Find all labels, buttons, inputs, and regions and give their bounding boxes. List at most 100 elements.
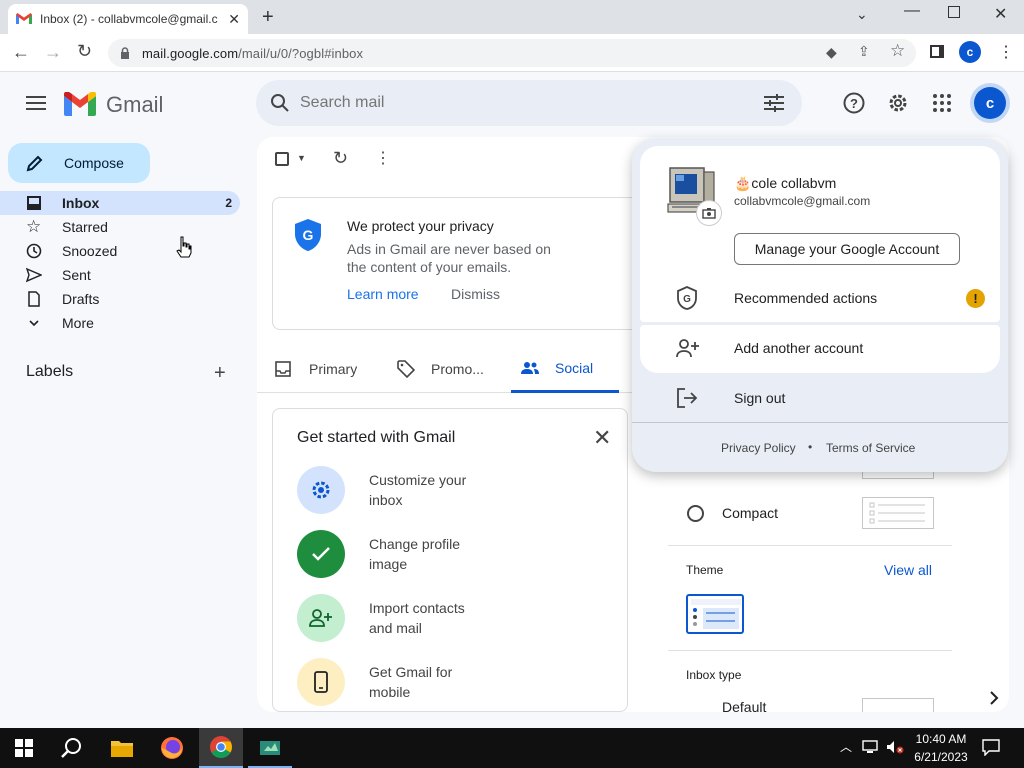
tab-social[interactable]: Social xyxy=(511,345,619,393)
address-bar[interactable]: mail.google.com/mail/u/0/?ogbl#inbox xyxy=(108,39,916,67)
inbox-type-preview xyxy=(862,698,934,712)
terms-of-service-link[interactable]: Terms of Service xyxy=(826,441,915,455)
search-bar[interactable] xyxy=(256,80,802,126)
url-text: mail.google.com/mail/u/0/?ogbl#inbox xyxy=(142,46,363,61)
browser-profile-avatar[interactable]: c xyxy=(959,41,981,63)
bookmark-star-icon[interactable]: ☆ xyxy=(890,41,905,61)
density-option-label: Compact xyxy=(722,505,779,521)
tab-search-icon[interactable]: ⌄ xyxy=(856,6,868,23)
star-icon: ☆ xyxy=(26,217,42,236)
url-host: mail.google.com xyxy=(142,45,239,61)
more-actions-icon[interactable]: ⋮ xyxy=(375,148,391,168)
sidebar-item-drafts[interactable]: Drafts xyxy=(0,287,240,311)
privacy-title: We protect your privacy xyxy=(347,218,494,234)
check-icon xyxy=(297,530,345,578)
extension-icon[interactable]: ◆ xyxy=(826,44,837,61)
warning-badge-icon: ! xyxy=(966,288,985,308)
change-photo-camera-icon[interactable] xyxy=(696,200,722,226)
get-started-item-mobile[interactable]: Get Gmail for mobile xyxy=(297,658,489,706)
pencil-icon xyxy=(26,154,44,172)
tab-primary[interactable]: Primary xyxy=(275,345,357,393)
account-avatar[interactable]: c xyxy=(974,87,1006,119)
theme-thumbnail[interactable] xyxy=(686,594,744,634)
add-person-icon xyxy=(297,594,345,642)
sidebar-item-sent[interactable]: Sent xyxy=(0,263,240,287)
main-menu-icon[interactable] xyxy=(26,95,46,111)
add-another-account-label: Add another account xyxy=(734,340,864,356)
item-line1: Get Gmail for xyxy=(369,664,453,680)
gmail-logo-icon[interactable] xyxy=(64,92,96,116)
learn-more-link[interactable]: Learn more xyxy=(347,286,419,302)
reload-icon[interactable]: ↻ xyxy=(77,41,92,62)
volume-muted-icon[interactable] xyxy=(886,740,904,754)
sign-out-row[interactable]: Sign out xyxy=(632,373,1008,423)
hand-cursor-icon xyxy=(176,236,192,258)
tab-close-icon[interactable]: ✕ xyxy=(228,11,240,28)
share-icon[interactable]: ⇪ xyxy=(858,43,870,60)
google-shield-icon: G xyxy=(676,286,698,310)
recommended-actions-row[interactable]: G Recommended actions ! xyxy=(632,273,1008,323)
privacy-policy-link[interactable]: Privacy Policy xyxy=(721,441,796,455)
forward-arrow-icon[interactable]: → xyxy=(44,42,62,63)
close-window-button[interactable]: ✕ xyxy=(994,4,1007,24)
search-options-icon[interactable] xyxy=(764,94,784,112)
apps-grid-icon[interactable] xyxy=(933,94,951,112)
tab-promotions[interactable]: Promo... xyxy=(397,345,484,393)
compose-button[interactable]: Compose xyxy=(8,143,150,183)
browser-menu-icon[interactable]: ⋮ xyxy=(998,42,1014,62)
get-started-item-profile[interactable]: Change profile image xyxy=(297,530,489,578)
chrome-icon[interactable] xyxy=(199,728,243,768)
tag-icon xyxy=(397,360,415,378)
side-panel-icon[interactable] xyxy=(930,45,944,58)
select-all-checkbox[interactable] xyxy=(275,152,289,166)
get-started-item-customize[interactable]: Customize your inbox xyxy=(297,466,489,514)
sidebar-item-more[interactable]: More xyxy=(0,311,240,335)
item-line2: and mail xyxy=(369,620,422,636)
notifications-icon[interactable] xyxy=(982,739,1000,756)
inbox-type-default-label[interactable]: Default xyxy=(722,699,766,715)
sidebar-item-snoozed[interactable]: Snoozed xyxy=(0,239,240,263)
back-arrow-icon[interactable]: ← xyxy=(12,42,30,63)
chevron-right-icon[interactable] xyxy=(989,691,999,705)
new-tab-button[interactable]: + xyxy=(262,6,274,29)
manage-account-button[interactable]: Manage your Google Account xyxy=(734,233,960,265)
lock-icon xyxy=(120,47,130,59)
dismiss-button[interactable]: Dismiss xyxy=(451,286,500,302)
add-label-icon[interactable]: + xyxy=(214,362,226,385)
sidebar-item-inbox[interactable]: Inbox 2 xyxy=(0,191,240,215)
sidebar-item-starred[interactable]: ☆ Starred xyxy=(0,215,240,239)
firefox-icon[interactable] xyxy=(150,728,194,768)
browser-tab-title: Inbox (2) - collabvmcole@gmail.c xyxy=(40,12,218,26)
item-line1: Change profile xyxy=(369,536,461,552)
search-icon[interactable] xyxy=(270,93,290,113)
network-icon[interactable] xyxy=(862,740,878,754)
clock-date[interactable]: 6/21/2023 xyxy=(910,750,972,764)
restore-button[interactable] xyxy=(948,6,960,18)
search-input[interactable] xyxy=(300,94,720,112)
add-another-account-row[interactable]: Add another account xyxy=(632,323,1008,373)
windows-start-icon[interactable] xyxy=(2,728,46,768)
view-all-themes-link[interactable]: View all xyxy=(884,562,932,578)
footer-separator: • xyxy=(808,440,813,454)
item-line2: mobile xyxy=(369,684,411,700)
help-icon[interactable]: ? xyxy=(843,92,865,114)
sidebar-item-label: Starred xyxy=(62,219,108,235)
browser-tab[interactable]: Inbox (2) - collabvmcole@gmail.c ✕ xyxy=(8,4,248,34)
taskbar-search-icon[interactable] xyxy=(50,728,94,768)
settings-gear-icon[interactable] xyxy=(887,92,909,114)
clock-time[interactable]: 10:40 AM xyxy=(914,732,968,746)
select-dropdown-icon[interactable]: ▼ xyxy=(297,153,306,163)
refresh-icon[interactable]: ↻ xyxy=(333,148,348,169)
labels-heading: Labels xyxy=(26,363,74,380)
close-icon[interactable]: ✕ xyxy=(593,425,611,451)
privacy-body-line1: Ads in Gmail are never based on xyxy=(347,241,551,257)
show-hidden-icons[interactable]: ︿ xyxy=(840,738,852,755)
file-explorer-icon[interactable] xyxy=(100,728,144,768)
gear-icon xyxy=(297,466,345,514)
recommended-actions-label: Recommended actions xyxy=(734,290,878,306)
density-radio-compact[interactable] xyxy=(687,505,704,522)
inbox-tray-icon xyxy=(275,361,291,377)
minimize-button[interactable]: — xyxy=(904,2,920,20)
get-started-item-import[interactable]: Import contacts and mail xyxy=(297,594,489,642)
app-window-icon[interactable] xyxy=(248,728,292,768)
